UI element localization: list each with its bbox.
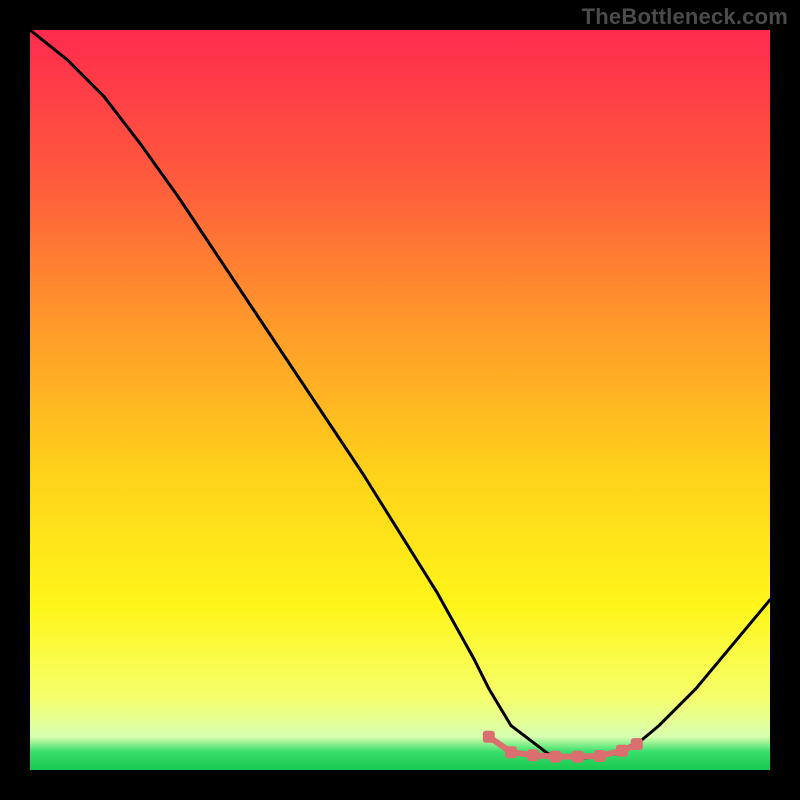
optimal-marker bbox=[549, 751, 561, 763]
optimal-marker bbox=[572, 751, 584, 763]
optimal-marker bbox=[631, 738, 643, 750]
optimal-marker bbox=[505, 746, 517, 758]
chart-svg bbox=[30, 30, 770, 770]
optimal-marker bbox=[594, 750, 606, 762]
optimal-marker bbox=[616, 745, 628, 757]
watermark-label: TheBottleneck.com bbox=[582, 4, 788, 30]
optimal-marker bbox=[483, 731, 495, 743]
optimal-marker bbox=[527, 749, 539, 761]
gradient-background bbox=[30, 30, 770, 770]
chart-frame: TheBottleneck.com bbox=[0, 0, 800, 800]
plot-area bbox=[30, 30, 770, 770]
